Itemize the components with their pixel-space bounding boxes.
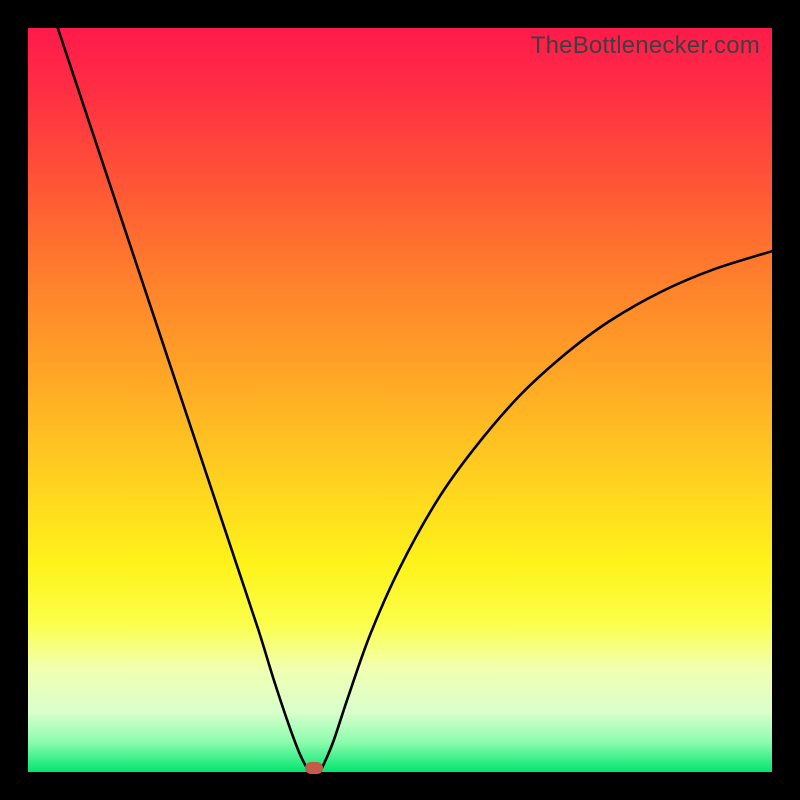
- minimum-marker: [305, 762, 323, 774]
- watermark-text: TheBottlenecker.com: [531, 32, 760, 60]
- curve-left: [58, 28, 307, 768]
- curve-right: [322, 251, 772, 768]
- chart-frame: TheBottlenecker.com: [0, 0, 800, 800]
- curve-layer: [28, 28, 772, 772]
- plot-area: TheBottlenecker.com: [28, 28, 772, 772]
